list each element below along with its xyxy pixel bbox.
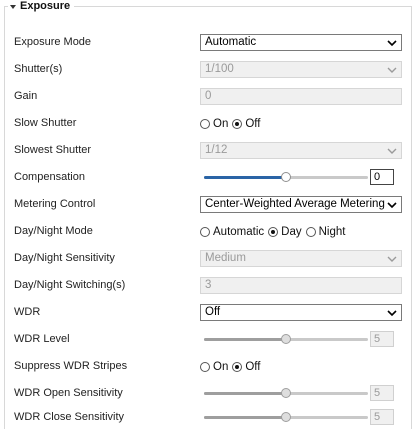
row-compensation: Compensation 0 (14, 169, 410, 186)
slider-fill (204, 176, 286, 179)
chevron-down-icon (387, 67, 397, 73)
wdr-level-value-input[interactable]: 5 (370, 331, 394, 347)
row-day-night-mode: Day/Night Mode Automatic Day Night (14, 223, 410, 240)
metering-control-label: Metering Control (14, 198, 96, 210)
row-wdr-level: WDR Level 5 (14, 331, 410, 348)
shutter-value: 1/100 (205, 63, 234, 75)
slider-handle[interactable] (281, 334, 291, 344)
compensation-value-input[interactable]: 0 (370, 169, 394, 185)
wdr-level-label: WDR Level (14, 333, 70, 345)
day-night-mode-radio-group: Automatic Day Night (200, 223, 349, 240)
compensation-slider[interactable]: 0 (200, 169, 402, 186)
wdr-level-slider[interactable]: 5 (200, 331, 402, 348)
gain-label: Gain (14, 90, 38, 102)
row-metering-control: Metering Control Center-Weighted Average… (14, 196, 410, 213)
row-wdr-open-sensitivity: WDR Open Sensitivity 5 (14, 385, 410, 402)
exposure-mode-select[interactable]: Automatic (200, 34, 402, 51)
day-night-night-radio[interactable]: Night (305, 226, 345, 238)
collapse-caret-icon[interactable] (10, 4, 16, 9)
wdr-close-sensitivity-label: WDR Close Sensitivity (14, 411, 125, 423)
metering-control-select[interactable]: Center-Weighted Average Metering (200, 196, 402, 213)
slowest-shutter-label: Slowest Shutter (14, 144, 92, 156)
suppress-wdr-stripes-radio-group: On Off (200, 358, 264, 375)
day-night-mode-label: Day/Night Mode (14, 225, 93, 237)
radio-circle-icon (200, 361, 210, 372)
wdr-label: WDR (14, 306, 41, 318)
slider-handle[interactable] (281, 412, 291, 422)
wdr-open-sensitivity-label: WDR Open Sensitivity (14, 387, 123, 399)
slider-handle[interactable] (281, 388, 291, 398)
row-wdr-close-sensitivity: WDR Close Sensitivity 5 (14, 409, 410, 426)
compensation-label: Compensation (14, 171, 85, 183)
radio-selected-icon (268, 226, 279, 237)
shutter-select[interactable]: 1/100 (200, 61, 402, 78)
suppress-wdr-on-radio[interactable]: On (200, 361, 228, 373)
slider-fill (204, 416, 286, 419)
day-night-sensitivity-label: Day/Night Sensitivity (14, 252, 115, 264)
section-header[interactable]: Exposure (8, 0, 75, 12)
day-night-sensitivity-value: Medium (205, 252, 246, 264)
row-suppress-wdr-stripes: Suppress WDR Stripes On Off (14, 358, 410, 375)
slider-fill (204, 392, 286, 395)
shutter-label: Shutter(s) (14, 63, 63, 75)
wdr-close-sensitivity-value-input[interactable]: 5 (370, 409, 394, 425)
chevron-down-icon (387, 40, 397, 47)
chevron-down-icon (387, 256, 397, 262)
radio-circle-icon (305, 226, 316, 237)
row-slow-shutter: Slow Shutter On Off (14, 115, 410, 132)
radio-circle-icon (200, 118, 210, 129)
radio-selected-icon (232, 361, 243, 372)
row-exposure-mode: Exposure Mode Automatic (14, 34, 410, 51)
suppress-wdr-off-radio[interactable]: Off (232, 361, 260, 373)
day-night-switching-label: Day/Night Switching(s) (14, 279, 126, 291)
radio-selected-icon (232, 118, 243, 129)
chevron-down-icon (387, 310, 397, 317)
row-day-night-sensitivity: Day/Night Sensitivity Medium (14, 250, 410, 267)
wdr-open-sensitivity-value-input[interactable]: 5 (370, 385, 394, 401)
wdr-open-sensitivity-slider[interactable]: 5 (200, 385, 402, 402)
row-slowest-shutter: Slowest Shutter 1/12 (14, 142, 410, 159)
slowest-shutter-select[interactable]: 1/12 (200, 142, 402, 159)
row-gain: Gain 0 (14, 88, 410, 105)
metering-control-value: Center-Weighted Average Metering (205, 198, 385, 210)
chevron-down-icon (387, 148, 397, 154)
wdr-close-sensitivity-slider[interactable]: 5 (200, 409, 402, 426)
day-night-day-radio[interactable]: Day (268, 226, 302, 238)
row-day-night-switching: Day/Night Switching(s) 3 (14, 277, 410, 294)
section-title: Exposure (20, 0, 71, 12)
slow-shutter-label: Slow Shutter (14, 117, 77, 129)
exposure-panel: Exposure Exposure Mode Automatic Shutter… (4, 0, 412, 429)
suppress-wdr-stripes-label: Suppress WDR Stripes (14, 360, 128, 372)
slow-shutter-on-radio[interactable]: On (200, 118, 228, 130)
day-night-switching-field[interactable]: 3 (200, 277, 402, 294)
slow-shutter-radio-group: On Off (200, 115, 264, 132)
slow-shutter-off-radio[interactable]: Off (232, 118, 260, 130)
wdr-value: Off (205, 306, 221, 318)
slowest-shutter-value: 1/12 (205, 144, 228, 156)
exposure-mode-value: Automatic (205, 36, 257, 48)
row-wdr: WDR Off (14, 304, 410, 321)
row-shutter: Shutter(s) 1/100 (14, 61, 410, 78)
gain-field[interactable]: 0 (200, 88, 402, 105)
radio-circle-icon (200, 226, 210, 237)
slider-fill (204, 338, 286, 341)
chevron-down-icon (387, 202, 397, 209)
wdr-select[interactable]: Off (200, 304, 402, 321)
day-night-sensitivity-select[interactable]: Medium (200, 250, 402, 267)
exposure-mode-label: Exposure Mode (14, 36, 92, 48)
day-night-automatic-radio[interactable]: Automatic (200, 226, 264, 238)
slider-handle[interactable] (281, 172, 291, 182)
